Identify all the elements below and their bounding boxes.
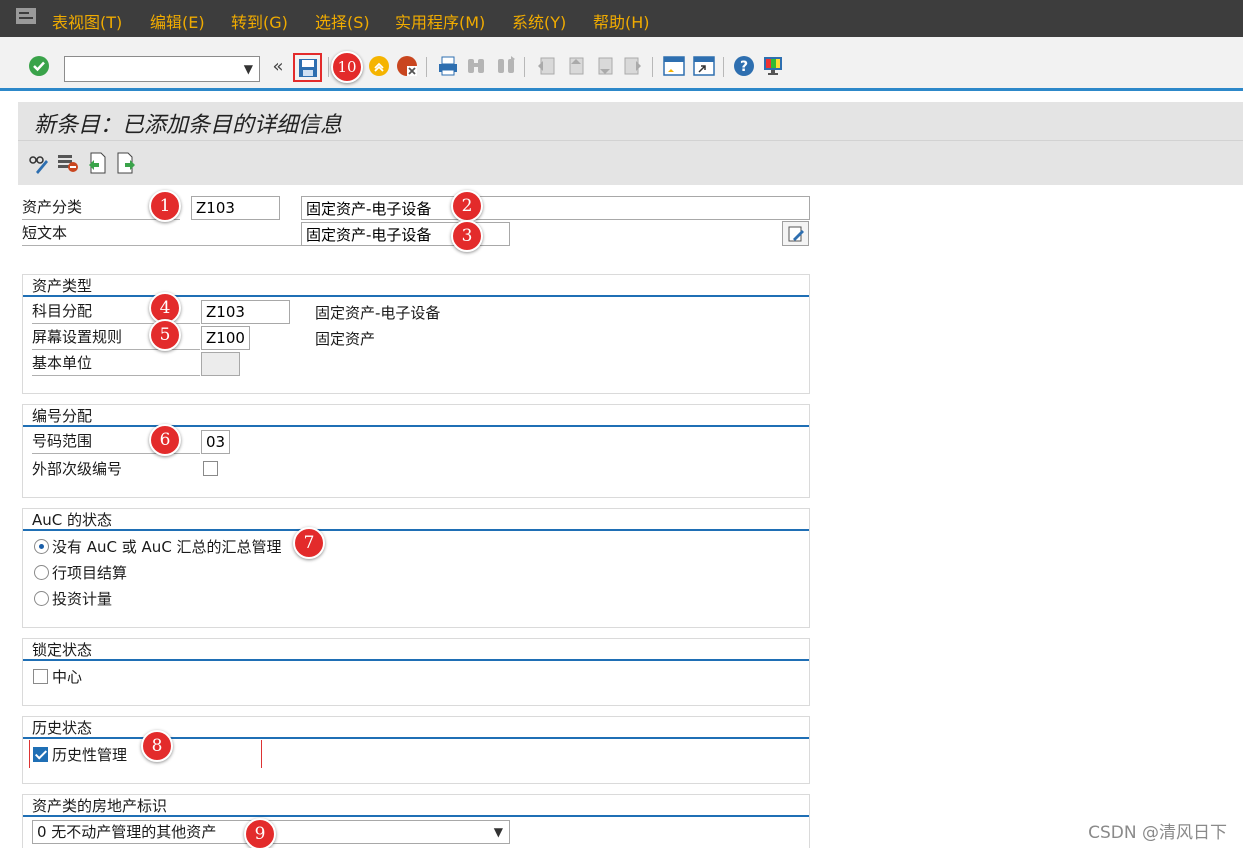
- annotation-badge: 2: [451, 190, 483, 222]
- layout-icon[interactable]: [762, 55, 784, 77]
- system-menu-icon[interactable]: [16, 8, 36, 24]
- account-assignment-field[interactable]: [201, 300, 290, 324]
- short-text-label: 短文本: [22, 222, 301, 246]
- lock-status-group: 锁定状态: [22, 638, 810, 706]
- asset-class-description-input[interactable]: [306, 197, 809, 219]
- central-lock-checkbox[interactable]: [33, 669, 48, 684]
- auc-option-summary-radio[interactable]: [34, 539, 49, 554]
- auc-option-line-item-label: 行项目结算: [52, 564, 128, 582]
- account-assignment-input[interactable]: [206, 301, 289, 323]
- menu-utilities[interactable]: 实用程序(M): [395, 9, 485, 33]
- page-title: 新条目：已添加条目的详细信息: [34, 113, 343, 138]
- group-divider: [23, 815, 809, 817]
- external-sub-number-label: 外部次级编号: [32, 460, 123, 478]
- number-range-input[interactable]: [206, 431, 229, 453]
- svg-text:?: ?: [740, 59, 748, 75]
- asset-class-input[interactable]: [196, 197, 279, 219]
- auc-option-investment-radio[interactable]: [34, 591, 49, 606]
- standard-toolbar: ▼ « ?: [0, 37, 1243, 91]
- screen-layout-input[interactable]: [206, 327, 249, 349]
- annotation-badge: 5: [149, 319, 181, 351]
- real-estate-selected-value: 0 无不动产管理的其他资产: [37, 823, 217, 841]
- last-page-icon[interactable]: [622, 55, 644, 77]
- menu-edit[interactable]: 编辑(E): [150, 9, 205, 33]
- auc-status-title: AuC 的状态: [32, 511, 113, 529]
- prev-page-icon[interactable]: [564, 55, 586, 77]
- group-divider: [23, 659, 809, 661]
- cancel-icon[interactable]: [396, 55, 418, 77]
- auc-option-line-item-radio[interactable]: [34, 565, 49, 580]
- asset-class-field[interactable]: [191, 196, 280, 220]
- menu-goto[interactable]: 转到(G): [231, 9, 288, 33]
- history-status-title: 历史状态: [32, 719, 93, 737]
- application-toolbar: [18, 140, 1243, 185]
- next-page-icon[interactable]: [593, 55, 615, 77]
- base-unit-field[interactable]: [201, 352, 240, 376]
- pencil-icon: [788, 226, 804, 241]
- auc-option-investment-label: 投资计量: [52, 590, 113, 608]
- edit-text-button[interactable]: [782, 221, 809, 246]
- help-icon[interactable]: ?: [733, 55, 755, 77]
- auc-option-summary-label: 没有 AuC 或 AuC 汇总的汇总管理: [52, 538, 282, 556]
- annotation-badge: 8: [141, 730, 173, 762]
- group-divider: [23, 529, 809, 531]
- number-range-field[interactable]: [201, 430, 230, 454]
- asset-type-title: 资产类型: [32, 277, 93, 295]
- screen-layout-description: 固定资产: [315, 330, 376, 348]
- base-unit-input[interactable]: [206, 353, 239, 375]
- number-assignment-title: 编号分配: [32, 407, 93, 425]
- annotation-badge: 6: [149, 424, 181, 456]
- find-icon[interactable]: [465, 55, 487, 77]
- chevron-down-icon[interactable]: ▼: [494, 821, 503, 843]
- screen-layout-field[interactable]: [201, 326, 250, 350]
- command-field[interactable]: ▼: [64, 56, 260, 82]
- back-icon[interactable]: [368, 55, 390, 77]
- first-page-icon[interactable]: [535, 55, 557, 77]
- central-lock-label: 中心: [52, 668, 83, 686]
- title-bar: 新条目：已添加条目的详细信息: [18, 102, 1243, 140]
- auc-status-group: AuC 的状态: [22, 508, 810, 628]
- shortcut-icon[interactable]: [693, 55, 715, 77]
- group-divider: [23, 737, 809, 739]
- group-divider: [23, 295, 809, 297]
- watermark: CSDN @清风日下: [1088, 823, 1227, 843]
- find-next-icon[interactable]: [495, 55, 517, 77]
- menu-bar: 表视图(T) 编辑(E) 转到(G) 选择(S) 实用程序(M) 系统(Y) 帮…: [0, 0, 1243, 37]
- collapse-icon[interactable]: «: [267, 55, 289, 77]
- menu-table-view[interactable]: 表视图(T): [52, 9, 122, 33]
- base-unit-label: 基本单位: [32, 352, 200, 376]
- annotation-badge: 7: [293, 527, 325, 559]
- save-icon[interactable]: [293, 53, 322, 82]
- command-input[interactable]: [65, 57, 235, 81]
- menu-help[interactable]: 帮助(H): [593, 9, 650, 33]
- annotation-badge: 1: [149, 190, 181, 222]
- next-entry-icon[interactable]: [115, 152, 137, 174]
- annotation-badge: 10: [331, 51, 363, 83]
- previous-entry-icon[interactable]: [86, 152, 108, 174]
- print-icon[interactable]: [437, 55, 459, 77]
- real-estate-title: 资产类的房地产标识: [32, 797, 168, 815]
- chevron-down-icon[interactable]: ▼: [244, 62, 253, 76]
- asset-class-description-field[interactable]: [301, 196, 810, 220]
- lock-status-title: 锁定状态: [32, 641, 93, 659]
- new-session-icon[interactable]: [663, 55, 685, 77]
- account-assignment-description: 固定资产-电子设备: [315, 304, 441, 322]
- menu-selection[interactable]: 选择(S): [315, 9, 370, 33]
- group-divider: [23, 425, 809, 427]
- annotation-badge: 9: [244, 818, 276, 848]
- annotation-badge: 3: [451, 220, 483, 252]
- enter-icon[interactable]: [28, 55, 50, 77]
- menu-system[interactable]: 系统(Y): [512, 9, 566, 33]
- display-change-icon[interactable]: [28, 152, 50, 174]
- external-sub-number-checkbox[interactable]: [203, 461, 218, 476]
- delete-entry-icon[interactable]: [57, 152, 79, 174]
